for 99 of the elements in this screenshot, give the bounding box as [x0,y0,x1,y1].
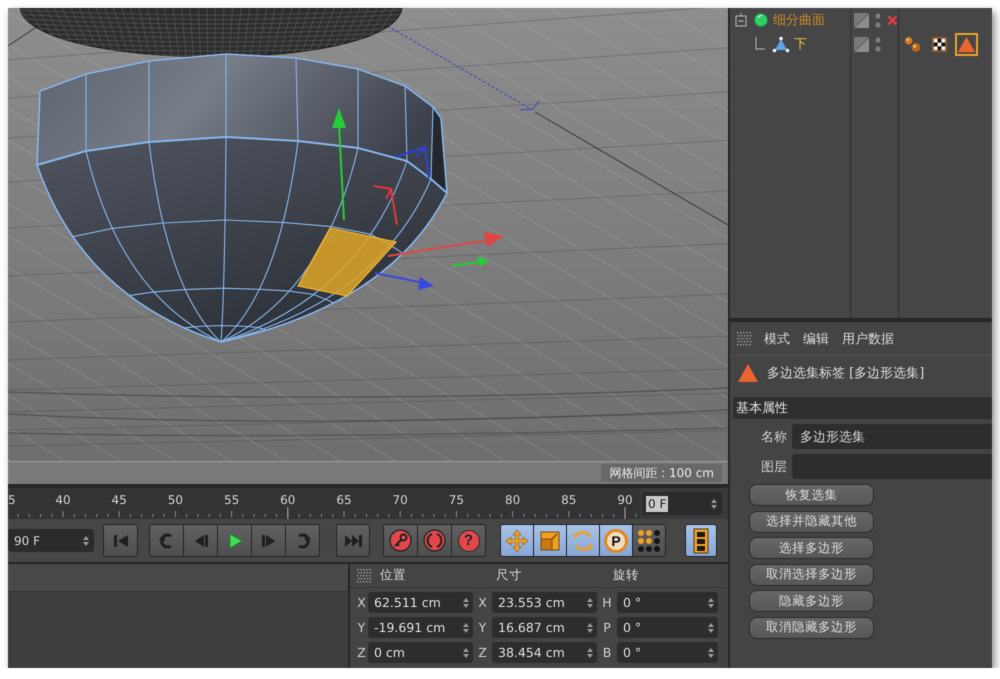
z-axis-arrow [374,272,434,290]
timeline-ruler[interactable]: 5 40 45 50 55 60 65 70 75 80 85 90 [8,488,640,519]
spinner-icon[interactable] [708,622,714,632]
layer-field[interactable] [792,454,992,479]
spinner-icon[interactable] [711,498,717,508]
triangle-tag-icon[interactable] [955,32,978,56]
coordinate-field[interactable]: 62.511 cm [368,592,473,613]
coordinate-field[interactable]: 0 cm [368,642,473,663]
visibility-dots-icon[interactable] [875,12,881,28]
rotate-icon [571,528,595,552]
coordinate-field[interactable]: 23.553 cm [492,592,597,613]
tag-action-button[interactable]: 选择并隐藏其他 [749,510,874,532]
axis-label: B [602,645,612,660]
frame-number: 5 [8,493,16,507]
animation-toggle-button[interactable]: P [599,524,633,557]
tag-action-button[interactable]: 恢复选集 [749,484,874,506]
record-button[interactable] [417,524,452,557]
spinner-icon[interactable] [587,598,593,608]
frame-number: 45 [112,493,127,507]
spinner-icon[interactable] [83,536,89,546]
menu-item[interactable]: 用户数据 [842,328,894,350]
rotation-handle [373,185,398,226]
coordinate-field[interactable]: 0 ° [617,642,718,663]
frame-number: 90 [617,493,633,507]
record-button[interactable]: ? [451,524,486,557]
animation-toggle-button[interactable] [533,524,567,557]
spinner-icon[interactable] [587,648,593,658]
record-key-icon [389,529,412,552]
name-field[interactable]: 多边形选集 [792,424,992,449]
end-frame-field[interactable]: 90 F [8,529,94,552]
current-frame-field[interactable]: 0 F [642,492,722,515]
parameter-icon: P [604,528,628,552]
move-arrows-icon [505,528,529,552]
field-label: 名称 [760,428,787,446]
spinner-icon[interactable] [708,598,714,608]
point-dots-icon [637,528,661,552]
tag-action-button[interactable]: 取消选择多边形 [749,564,874,586]
section-header: 基本属性 [733,397,992,419]
grid-spacing-label: 网格间距 : 100 cm [601,464,722,482]
grip-icon[interactable] [357,568,372,582]
help-icon: ? [458,530,480,552]
layer-square-icon[interactable] [854,12,869,28]
visibility-dots-icon[interactable] [875,36,881,52]
tag-action-button[interactable]: 取消隐藏多边形 [749,616,874,638]
axis-label: X [356,595,367,610]
axis-label: X [477,595,488,610]
axis-label: Y [478,620,488,635]
animation-toggle-button[interactable] [632,524,666,557]
film-strip-icon [692,528,710,554]
rotation-handle [395,146,430,179]
frame-number: 65 [336,493,352,507]
object-name[interactable]: 下 [794,35,807,53]
auto-key-icon [423,529,446,552]
spinner-icon[interactable] [463,648,469,658]
coordinate-field[interactable]: 0 ° [617,617,718,638]
frame-number: 60 [280,493,296,507]
menu-item[interactable]: 模式 [764,328,790,350]
coordinate-field[interactable]: 16.687 cm [492,617,597,638]
spinner-icon[interactable] [463,622,469,632]
column-heading: 旋转 [613,567,640,584]
sphere-icon [753,12,769,28]
tree-connector [754,37,766,51]
animation-toggle-button[interactable] [566,524,600,557]
field-label: 图层 [760,458,787,476]
frame-number: 75 [448,493,464,507]
spinner-icon[interactable] [708,648,714,658]
coordinate-field[interactable]: -19.691 cm [368,617,473,638]
tag-action-button[interactable]: 隐藏多边形 [749,590,874,612]
frame-number: 85 [561,493,576,507]
spinner-icon[interactable] [587,622,593,632]
axis-label: P [602,620,612,635]
coordinate-field[interactable]: 0 ° [617,592,718,613]
frame-number: 50 [168,493,184,507]
axis-label: Z [356,645,367,660]
frame-number: 70 [392,493,408,507]
layer-square-icon[interactable] [854,36,869,52]
axis-label: Z [477,645,488,660]
frame-number: 40 [55,493,71,507]
triangle-tag-icon [737,363,759,383]
spinner-icon[interactable] [463,598,469,608]
column-heading: 尺寸 [496,567,523,584]
scale-icon [539,530,561,552]
axis-label: Y [356,620,366,635]
axis-handle [452,256,489,267]
triangle-mesh-icon [772,36,790,52]
frame-number: 80 [504,493,520,507]
tag-action-button[interactable]: 选择多边形 [749,537,874,559]
axis-label: H [601,595,613,610]
attributes-title: 多边选集标签 [多边形选集] [767,365,924,382]
collapse-icon[interactable] [735,13,747,27]
coordinate-field[interactable]: 38.454 cm [492,642,597,663]
menu-item[interactable]: 编辑 [803,328,829,350]
timeline-toggle-button[interactable] [685,524,717,557]
animation-toggle-button[interactable] [500,524,534,557]
frame-number: 55 [224,493,240,507]
column-heading: 位置 [380,567,407,584]
grip-icon[interactable] [737,332,752,346]
record-button[interactable] [383,524,418,557]
transport-button[interactable] [217,524,252,557]
